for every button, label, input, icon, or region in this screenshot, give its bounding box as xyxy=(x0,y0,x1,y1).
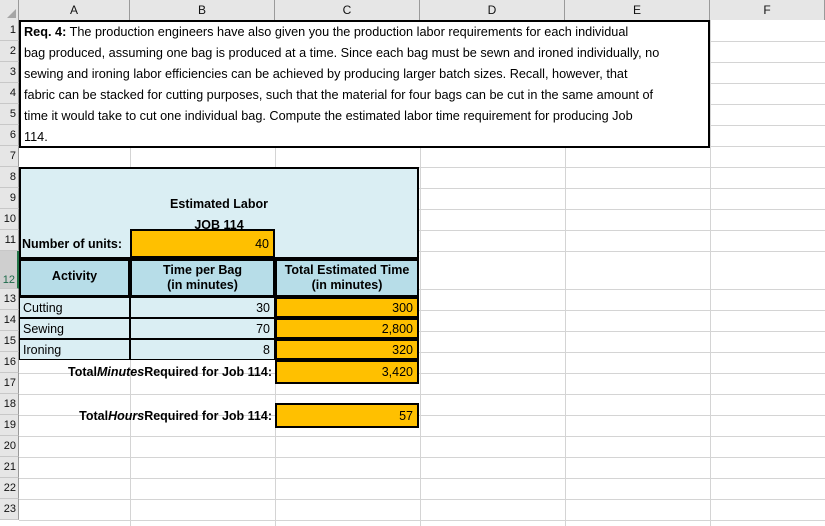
column-header-d[interactable]: D xyxy=(420,0,565,20)
total-minutes-label: Total Minutes Required for Job 114: xyxy=(19,360,275,384)
number-of-units-value[interactable]: 40 xyxy=(130,229,275,258)
gridline-vertical xyxy=(710,20,711,526)
prompt-req-label: Req. 4: xyxy=(24,25,67,39)
gridline-horizontal xyxy=(19,499,825,500)
total-hours-label: Total Hours Required for Job 114: xyxy=(19,403,275,428)
column-header-total-estimated-time-line2: (in minutes) xyxy=(311,278,383,292)
prompt-line-1-text: The production engineers have also given… xyxy=(66,25,629,39)
column-header-time-per-bag-line2: (in minutes) xyxy=(167,278,238,292)
table-row[interactable]: Ironing xyxy=(19,339,130,360)
total-minutes-label-emphasis: Minutes xyxy=(96,365,145,379)
prompt-line-4: fabric can be stacked for cutting purpos… xyxy=(24,88,654,102)
gridline-horizontal xyxy=(19,478,825,479)
total-hours-value[interactable]: 57 xyxy=(275,403,419,428)
row-header-10[interactable]: 10 xyxy=(0,209,19,230)
row-header-9[interactable]: 9 xyxy=(0,188,19,209)
total-minutes-label-pre: Total xyxy=(68,365,97,379)
row-header-17[interactable]: 17 xyxy=(0,373,19,394)
row-header-1[interactable]: 1 xyxy=(0,20,19,41)
column-header-a[interactable]: A xyxy=(19,0,130,20)
total-minutes-value[interactable]: 3,420 xyxy=(275,360,419,384)
column-header-b[interactable]: B xyxy=(130,0,275,20)
cell-total-time-sewing[interactable]: 2,800 xyxy=(275,318,419,339)
row-header-11[interactable]: 11 xyxy=(0,230,19,251)
row-header-4[interactable]: 4 xyxy=(0,83,19,104)
row-header-16[interactable]: 16 xyxy=(0,352,19,373)
prompt-line-6: 114. xyxy=(24,130,48,144)
row-header-13[interactable]: 13 xyxy=(0,289,19,310)
row-header-8[interactable]: 8 xyxy=(0,167,19,188)
row-header-12[interactable]: 12 xyxy=(0,251,19,289)
spreadsheet-grid: Req. 4: The production engineers have al… xyxy=(0,0,825,526)
select-all-triangle-icon xyxy=(7,9,16,18)
row-header-18[interactable]: 18 xyxy=(0,394,19,415)
column-header-total-estimated-time-line1: Total Estimated Time xyxy=(284,263,410,277)
row-header-3[interactable]: 3 xyxy=(0,62,19,83)
row-header-23[interactable]: 23 xyxy=(0,499,19,520)
column-header-c[interactable]: C xyxy=(275,0,420,20)
row-header-2[interactable]: 2 xyxy=(0,41,19,62)
row-header-21[interactable]: 21 xyxy=(0,457,19,478)
prompt-line-5: time it would take to cut one individual… xyxy=(24,109,633,123)
number-of-units-label: Number of units: xyxy=(22,236,122,251)
row-header-22[interactable]: 22 xyxy=(0,478,19,499)
prompt-line-1: Req. 4: The production engineers have al… xyxy=(24,22,706,43)
table-row[interactable]: Sewing xyxy=(19,318,130,339)
prompt-text-block: Req. 4: The production engineers have al… xyxy=(19,20,710,148)
column-header-time-per-bag-line1: Time per Bag xyxy=(163,263,242,277)
row-header-14[interactable]: 14 xyxy=(0,310,19,331)
column-header-time-per-bag: Time per Bag (in minutes) xyxy=(130,259,275,297)
gridline-horizontal xyxy=(19,520,825,521)
total-hours-label-pre: Total xyxy=(79,408,109,423)
cell-time-per-bag-cutting[interactable]: 30 xyxy=(130,297,275,318)
prompt-line-3: sewing and ironing labor efficiencies ca… xyxy=(24,67,628,81)
table-title-line1: Estimated Labor xyxy=(170,197,268,211)
row-header-5[interactable]: 5 xyxy=(0,104,19,125)
cell-total-time-ironing[interactable]: 320 xyxy=(275,339,419,360)
gridline-horizontal xyxy=(19,394,825,395)
prompt-line-2: bag produced, assuming one bag is produc… xyxy=(24,46,660,60)
total-hours-label-post: Required for Job 114: xyxy=(144,408,272,423)
gridline-horizontal xyxy=(19,457,825,458)
row-header-7[interactable]: 7 xyxy=(0,146,19,167)
cell-total-time-cutting[interactable]: 300 xyxy=(275,297,419,318)
total-hours-label-emphasis: Hours xyxy=(108,408,145,423)
total-minutes-label-post: Required for Job 114: xyxy=(144,365,272,379)
cell-time-per-bag-ironing[interactable]: 8 xyxy=(130,339,275,360)
row-header-20[interactable]: 20 xyxy=(0,436,19,457)
table-row[interactable]: Cutting xyxy=(19,297,130,318)
row-header-6[interactable]: 6 xyxy=(0,125,19,146)
column-header-f[interactable]: F xyxy=(710,0,825,20)
cell-time-per-bag-sewing[interactable]: 70 xyxy=(130,318,275,339)
select-all-corner[interactable] xyxy=(0,0,19,20)
column-header-activity-label: Activity xyxy=(51,269,98,283)
row-header-15[interactable]: 15 xyxy=(0,331,19,352)
column-header-total-estimated-time: Total Estimated Time (in minutes) xyxy=(275,259,419,297)
column-header-e[interactable]: E xyxy=(565,0,710,20)
row-header-19[interactable]: 19 xyxy=(0,415,19,436)
gridline-horizontal xyxy=(19,436,825,437)
column-header-activity: Activity xyxy=(19,259,130,297)
